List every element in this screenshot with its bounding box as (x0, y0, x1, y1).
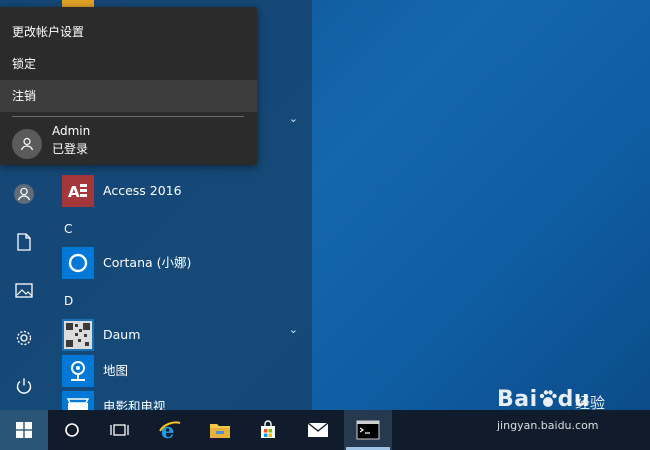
access-icon: A (62, 175, 94, 207)
user-icon[interactable] (0, 170, 48, 218)
app-name: Cortana (小娜) (103, 255, 192, 270)
lock-item[interactable]: 锁定 (0, 48, 257, 80)
microsoft-store-icon[interactable] (244, 410, 292, 450)
internet-explorer-icon[interactable]: e (146, 410, 194, 450)
app-name: 地图 (103, 363, 129, 378)
letter-header-d[interactable]: D (64, 294, 73, 308)
app-cortana[interactable]: Cortana (小娜) (48, 245, 312, 281)
paw-icon (539, 390, 557, 407)
user-status: 已登录 (52, 142, 89, 156)
app-maps[interactable]: 地图 (48, 353, 312, 389)
letter-header-c[interactable]: C (64, 222, 72, 236)
svg-text:e: e (161, 418, 174, 442)
cortana-icon (62, 247, 94, 279)
daum-icon (62, 319, 94, 351)
user-name: Admin (52, 124, 91, 138)
chevron-down-icon[interactable]: ⌄ (289, 323, 298, 336)
avatar (12, 129, 42, 159)
app-name: Daum (103, 327, 141, 342)
pictures-icon[interactable] (0, 266, 48, 314)
file-explorer-icon[interactable] (196, 410, 244, 450)
app-name: Access 2016 (103, 183, 182, 198)
power-icon[interactable] (0, 362, 48, 410)
divider (12, 116, 244, 117)
document-icon[interactable] (0, 218, 48, 266)
app-name: 电影和电视 (103, 399, 166, 410)
cortana-search-icon[interactable] (48, 410, 96, 450)
chevron-down-icon[interactable]: ⌄ (289, 112, 298, 125)
watermark-product: 经验 (575, 394, 606, 412)
movies-tv-icon (62, 391, 94, 410)
app-daum[interactable]: Daum ⌄ (48, 317, 312, 353)
sign-out-item[interactable]: 注销 (0, 80, 257, 112)
app-movies-tv[interactable]: 电影和电视 (48, 389, 312, 410)
maps-icon (62, 355, 94, 387)
app-access[interactable]: A Access 2016 (48, 173, 312, 209)
account-flyout: 更改帐户设置 锁定 注销 Admin 已登录 (0, 7, 257, 165)
watermark-url: jingyan.baidu.com (497, 419, 599, 432)
change-account-settings-item[interactable]: 更改帐户设置 (0, 16, 257, 48)
command-prompt-icon[interactable] (344, 410, 392, 450)
baidu-jingyan-watermark: Bai du 经验 jingyan.baidu.com (497, 387, 637, 445)
user-account-row[interactable]: Admin 已登录 (0, 121, 257, 165)
settings-icon[interactable] (0, 314, 48, 362)
task-view-icon[interactable] (96, 410, 144, 450)
svg-text:A: A (68, 183, 80, 201)
windows-start-icon[interactable] (0, 410, 48, 450)
mail-icon[interactable] (294, 410, 342, 450)
